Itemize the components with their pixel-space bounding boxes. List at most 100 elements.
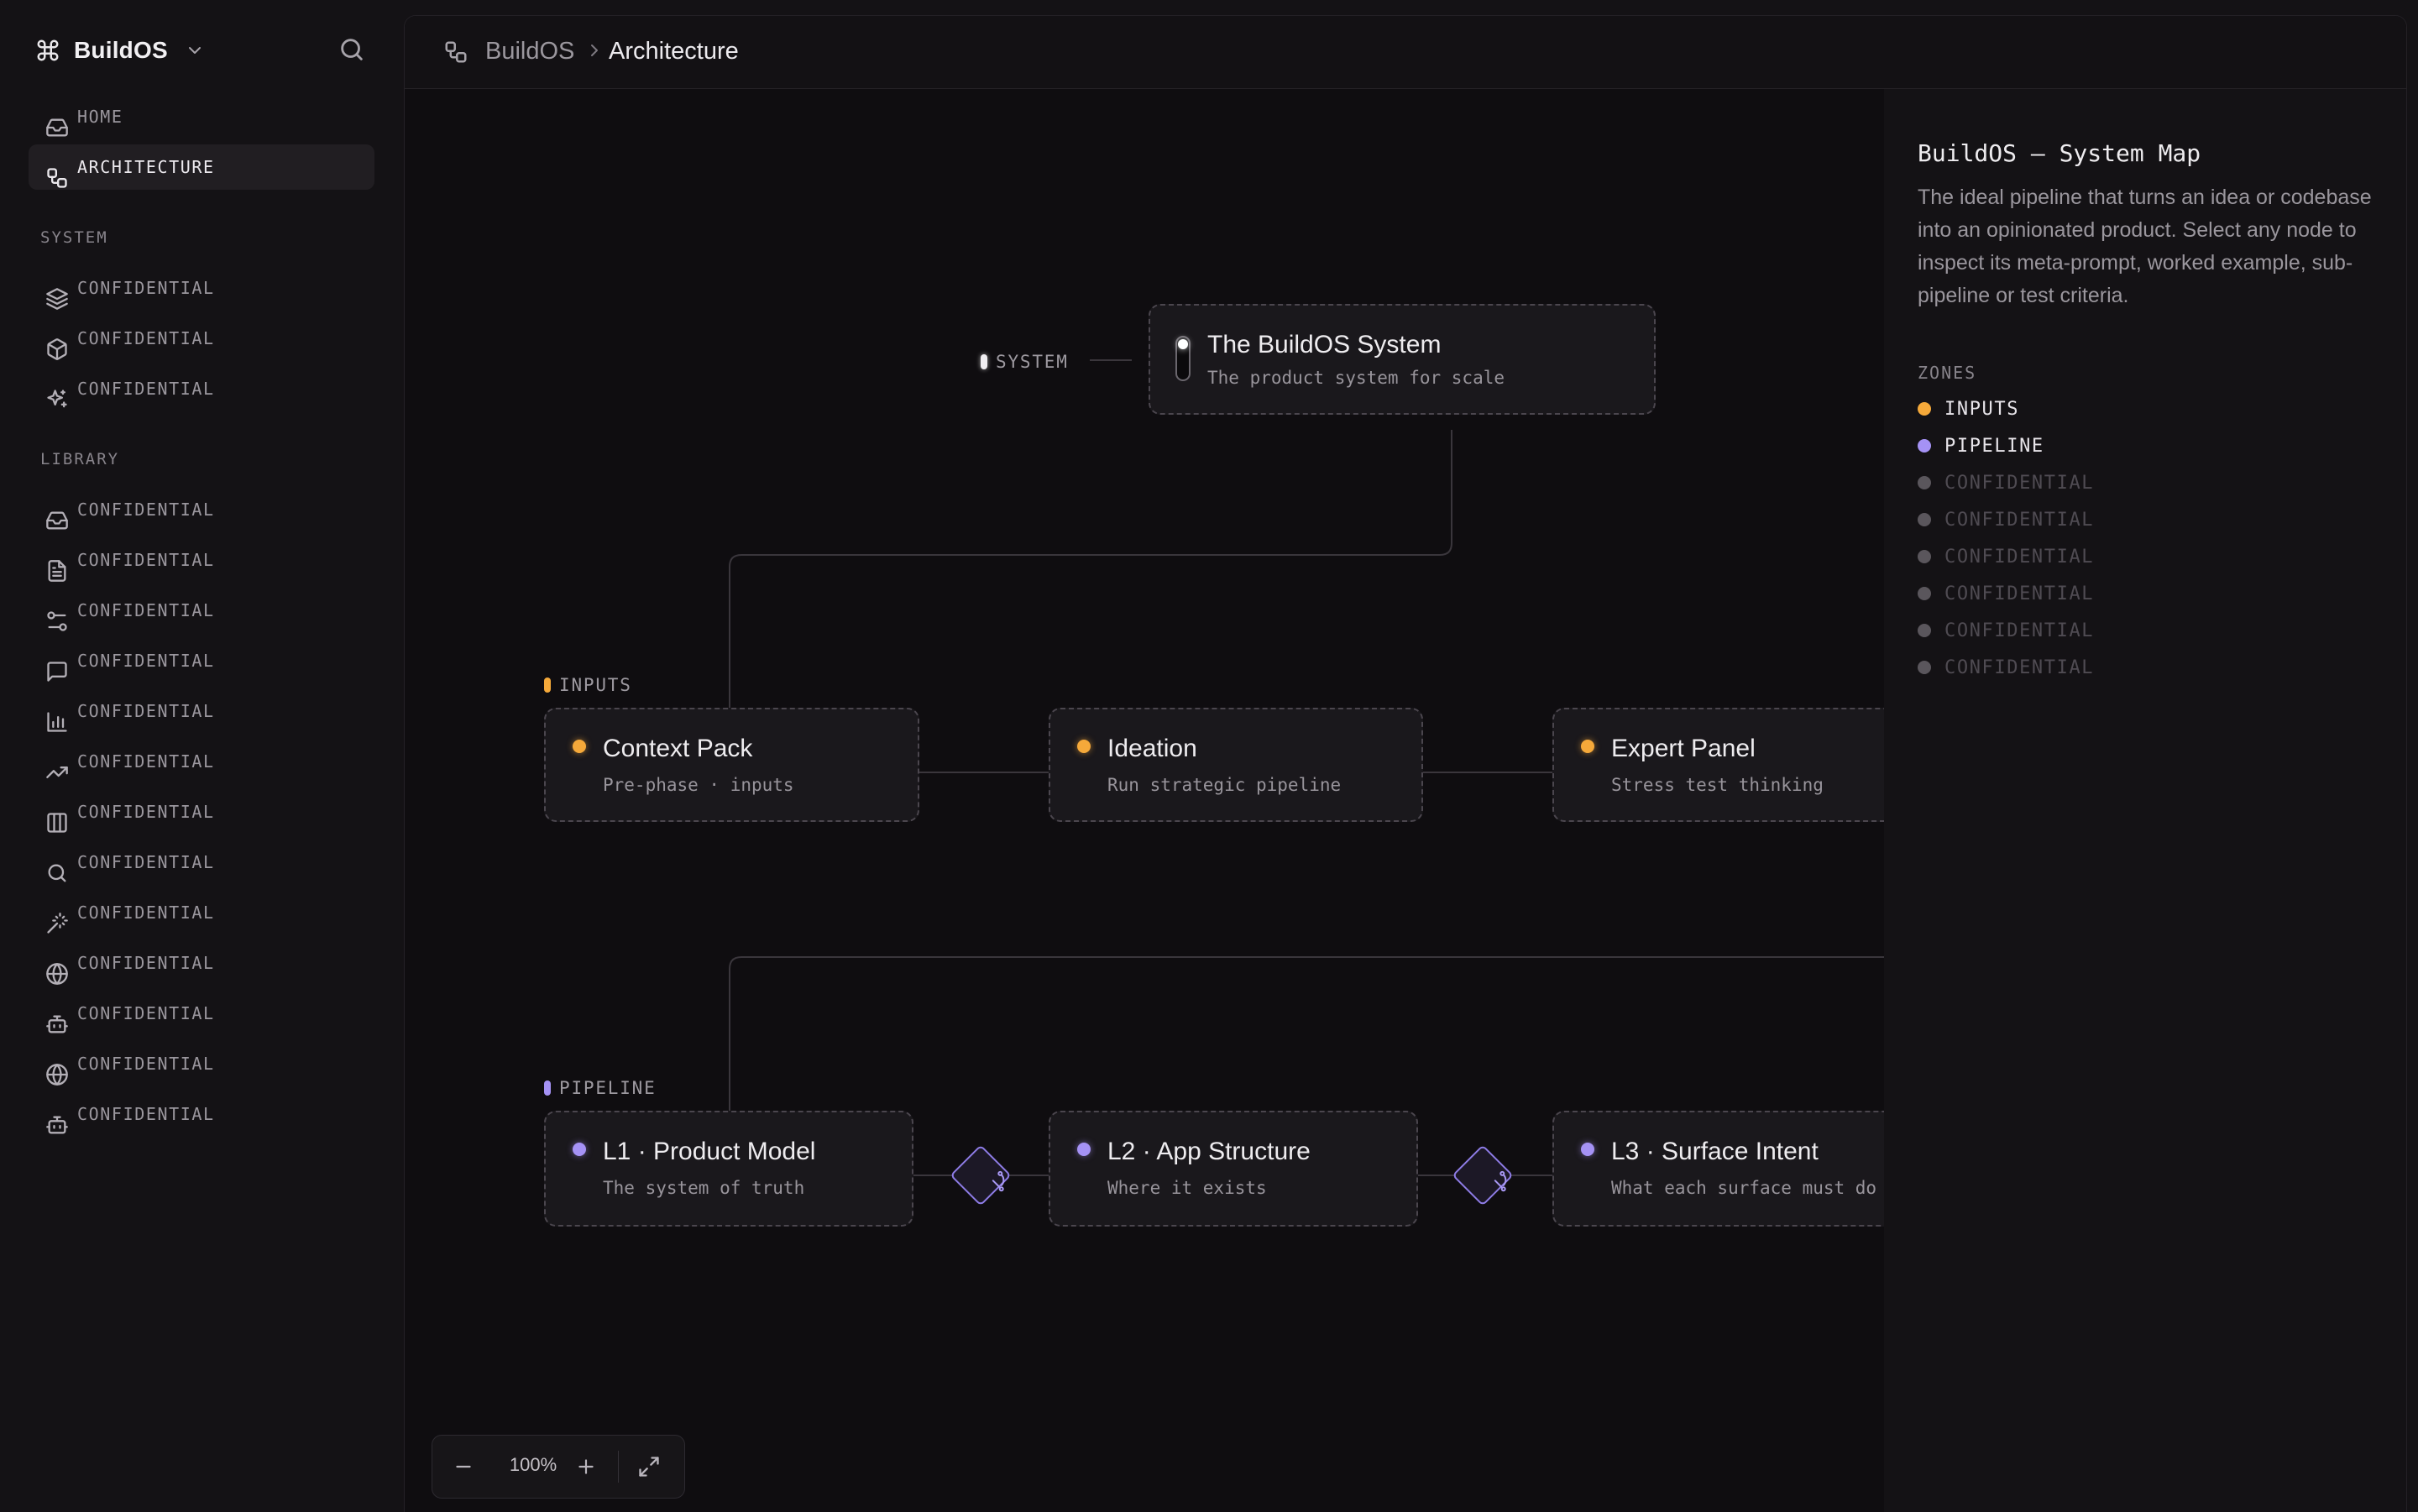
node-subtitle: The product system for scale	[1207, 368, 1505, 388]
zoom-divider	[618, 1451, 619, 1483]
zone-label-pipeline: PIPELINE	[544, 1078, 657, 1098]
nav-item-label: CONFIDENTIAL	[77, 751, 215, 772]
zone-name: INPUTS	[1944, 398, 2020, 420]
section-title-library: LIBRARY	[40, 450, 120, 468]
zone-label-system: SYSTEM	[981, 352, 1069, 372]
chevron-right-icon	[584, 40, 604, 60]
nav-item-architecture[interactable]: ARCHITECTURE	[29, 144, 374, 190]
node-l3-surface-intent[interactable]: L3 · Surface Intent What each surface mu…	[1552, 1111, 1884, 1227]
nav-item-system-1[interactable]: CONFIDENTIAL	[29, 265, 374, 311]
nav-item-library-10[interactable]: CONFIDENTIAL	[29, 940, 374, 986]
chevron-down-icon	[185, 40, 205, 60]
status-dot	[573, 1143, 586, 1156]
nav-item-label: CONFIDENTIAL	[77, 953, 215, 973]
node-subtitle: Where it exists	[1107, 1178, 1267, 1198]
node-expert-panel[interactable]: Expert Panel Stress test thinking	[1552, 708, 1884, 822]
status-dot	[1581, 1143, 1594, 1156]
search-icon[interactable]	[338, 35, 366, 64]
nav-item-label: CONFIDENTIAL	[77, 701, 215, 721]
zone-item-3[interactable]: CONFIDENTIAL	[1918, 470, 2094, 495]
zone-dot	[1918, 476, 1931, 489]
nav-item-library-11[interactable]: CONFIDENTIAL	[29, 991, 374, 1036]
node-title: The BuildOS System	[1207, 331, 1442, 358]
node-title: L1 · Product Model	[603, 1138, 816, 1165]
nav-item-library-12[interactable]: CONFIDENTIAL	[29, 1041, 374, 1086]
zone-label-text: PIPELINE	[559, 1078, 657, 1098]
zone-item-6[interactable]: CONFIDENTIAL	[1918, 581, 2094, 606]
panel-title: BuildOS — System Map	[1918, 139, 2201, 167]
command-icon	[35, 38, 60, 63]
zone-label-text: SYSTEM	[996, 352, 1069, 372]
zone-item-4[interactable]: CONFIDENTIAL	[1918, 507, 2094, 532]
nav-item-label: CONFIDENTIAL	[77, 550, 215, 570]
nav-item-library-7[interactable]: CONFIDENTIAL	[29, 789, 374, 834]
nav-item-label: CONFIDENTIAL	[77, 1104, 215, 1124]
nav-item-label: ARCHITECTURE	[77, 157, 215, 177]
nav-item-label: CONFIDENTIAL	[77, 500, 215, 520]
nav-item-home[interactable]: HOME	[29, 94, 374, 139]
nav-item-library-6[interactable]: CONFIDENTIAL	[29, 739, 374, 784]
system-map-canvas[interactable]: SYSTEM INPUTS PIPELINE The BuildOS Syste…	[405, 89, 1884, 1512]
node-l1-product-model[interactable]: L1 · Product Model The system of truth	[544, 1111, 913, 1227]
zone-label-text: INPUTS	[559, 675, 632, 695]
panel-description: The ideal pipeline that turns an idea or…	[1918, 186, 2372, 307]
fullscreen-button[interactable]	[637, 1455, 661, 1478]
status-dot	[1077, 740, 1091, 753]
nav-item-label: CONFIDENTIAL	[77, 802, 215, 822]
node-subtitle: The system of truth	[603, 1178, 805, 1198]
node-l2-app-structure[interactable]: L2 · App Structure Where it exists	[1049, 1111, 1418, 1227]
nav-item-label: CONFIDENTIAL	[77, 852, 215, 872]
zone-name: PIPELINE	[1944, 435, 2044, 457]
workspace-name: BuildOS	[74, 37, 168, 63]
system-node[interactable]: The BuildOS System The product system fo…	[1149, 304, 1656, 415]
node-subtitle: Stress test thinking	[1611, 775, 1824, 795]
zone-marker	[981, 354, 987, 369]
zone-dot	[1918, 661, 1931, 674]
node-ideation[interactable]: Ideation Run strategic pipeline	[1049, 708, 1423, 822]
status-dot	[1581, 740, 1594, 753]
nav-item-library-13[interactable]: CONFIDENTIAL	[29, 1091, 374, 1137]
nav-item-library-3[interactable]: CONFIDENTIAL	[29, 588, 374, 633]
zone-item-7[interactable]: CONFIDENTIAL	[1918, 618, 2094, 643]
zone-item-8[interactable]: CONFIDENTIAL	[1918, 655, 2094, 680]
node-context-pack[interactable]: Context Pack Pre-phase · inputs	[544, 708, 919, 822]
node-title: L2 · App Structure	[1107, 1138, 1311, 1165]
zone-name: CONFIDENTIAL	[1944, 546, 2095, 568]
breadcrumb-root-link[interactable]: BuildOS	[485, 36, 574, 66]
zone-name: CONFIDENTIAL	[1944, 472, 2095, 494]
zone-dot	[1918, 550, 1931, 563]
zoom-in-button[interactable]	[575, 1456, 597, 1478]
nav-item-label: HOME	[77, 107, 123, 127]
system-toggle[interactable]	[1175, 336, 1191, 381]
nav-item-library-8[interactable]: CONFIDENTIAL	[29, 840, 374, 885]
workspace-switcher[interactable]: BuildOS	[35, 32, 205, 69]
node-subtitle: What each surface must do	[1611, 1178, 1877, 1198]
nav-item-library-1[interactable]: CONFIDENTIAL	[29, 487, 374, 532]
nav-item-system-2[interactable]: CONFIDENTIAL	[29, 316, 374, 361]
nav-item-library-5[interactable]: CONFIDENTIAL	[29, 688, 374, 734]
zone-name: CONFIDENTIAL	[1944, 509, 2095, 531]
system-map-panel: BuildOS — System Map The ideal pipeline …	[1884, 89, 2406, 1512]
node-title: Ideation	[1107, 735, 1197, 762]
zoom-out-button[interactable]	[453, 1456, 474, 1478]
node-title: Context Pack	[603, 735, 753, 762]
zone-item-5[interactable]: CONFIDENTIAL	[1918, 544, 2094, 569]
zone-dot	[1918, 587, 1931, 600]
nav-item-library-2[interactable]: CONFIDENTIAL	[29, 537, 374, 583]
zone-item-pipeline[interactable]: PIPELINE	[1918, 433, 2044, 458]
status-dot	[1077, 1143, 1091, 1156]
zone-dot	[1918, 624, 1931, 637]
node-subtitle: Run strategic pipeline	[1107, 775, 1342, 795]
nav-item-library-9[interactable]: CONFIDENTIAL	[29, 890, 374, 935]
nav-item-library-4[interactable]: CONFIDENTIAL	[29, 638, 374, 683]
node-subtitle: Pre-phase · inputs	[603, 775, 794, 795]
nav-item-system-3[interactable]: CONFIDENTIAL	[29, 366, 374, 411]
zone-item-inputs[interactable]: INPUTS	[1918, 396, 2019, 421]
nav-item-label: CONFIDENTIAL	[77, 1054, 215, 1074]
nav-item-label: CONFIDENTIAL	[77, 379, 215, 399]
section-title-system: SYSTEM	[40, 228, 108, 247]
zoom-controls: 100%	[432, 1435, 685, 1499]
nav-item-label: CONFIDENTIAL	[77, 278, 215, 298]
zone-marker	[544, 1080, 551, 1096]
main-area: BuildOS Architecture SYSTEM INPUTS PIPEL…	[404, 15, 2407, 1512]
